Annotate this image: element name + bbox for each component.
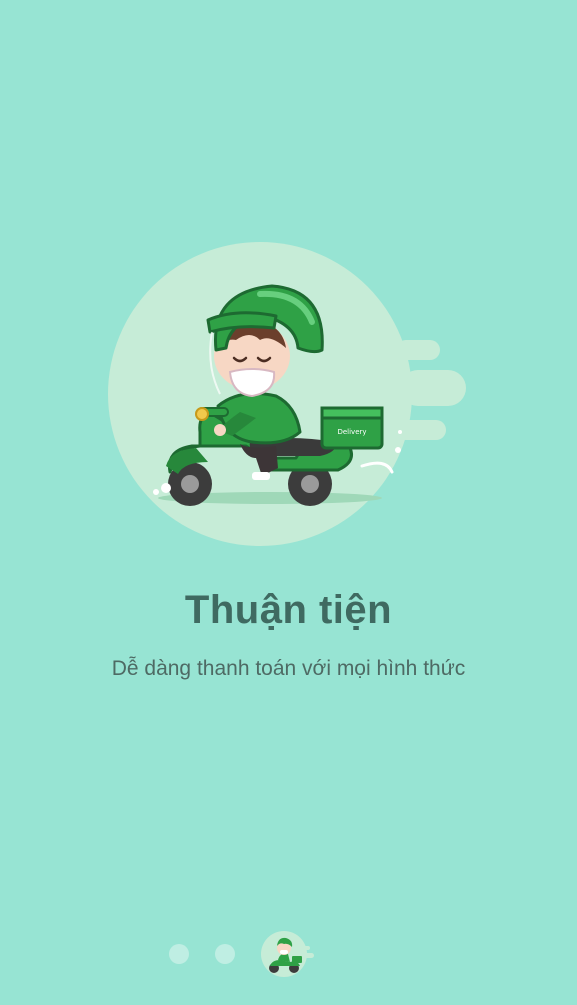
page-title: Thuận tiện [184, 588, 393, 632]
scooter-delivery-rider-icon: Delivery [108, 242, 466, 546]
page-dot-2[interactable] [215, 944, 235, 964]
page-dot-1[interactable] [169, 944, 189, 964]
page-indicator [0, 930, 577, 978]
page-dot-active-rider-icon[interactable] [260, 930, 314, 978]
page-subtitle: Dễ dàng thanh toán với mọi hình thức [111, 657, 466, 680]
svg-text:Delivery: Delivery [337, 428, 366, 436]
onboarding-screen: Delivery Thuận tiện Dễ dàng thanh toán v… [0, 0, 577, 1005]
